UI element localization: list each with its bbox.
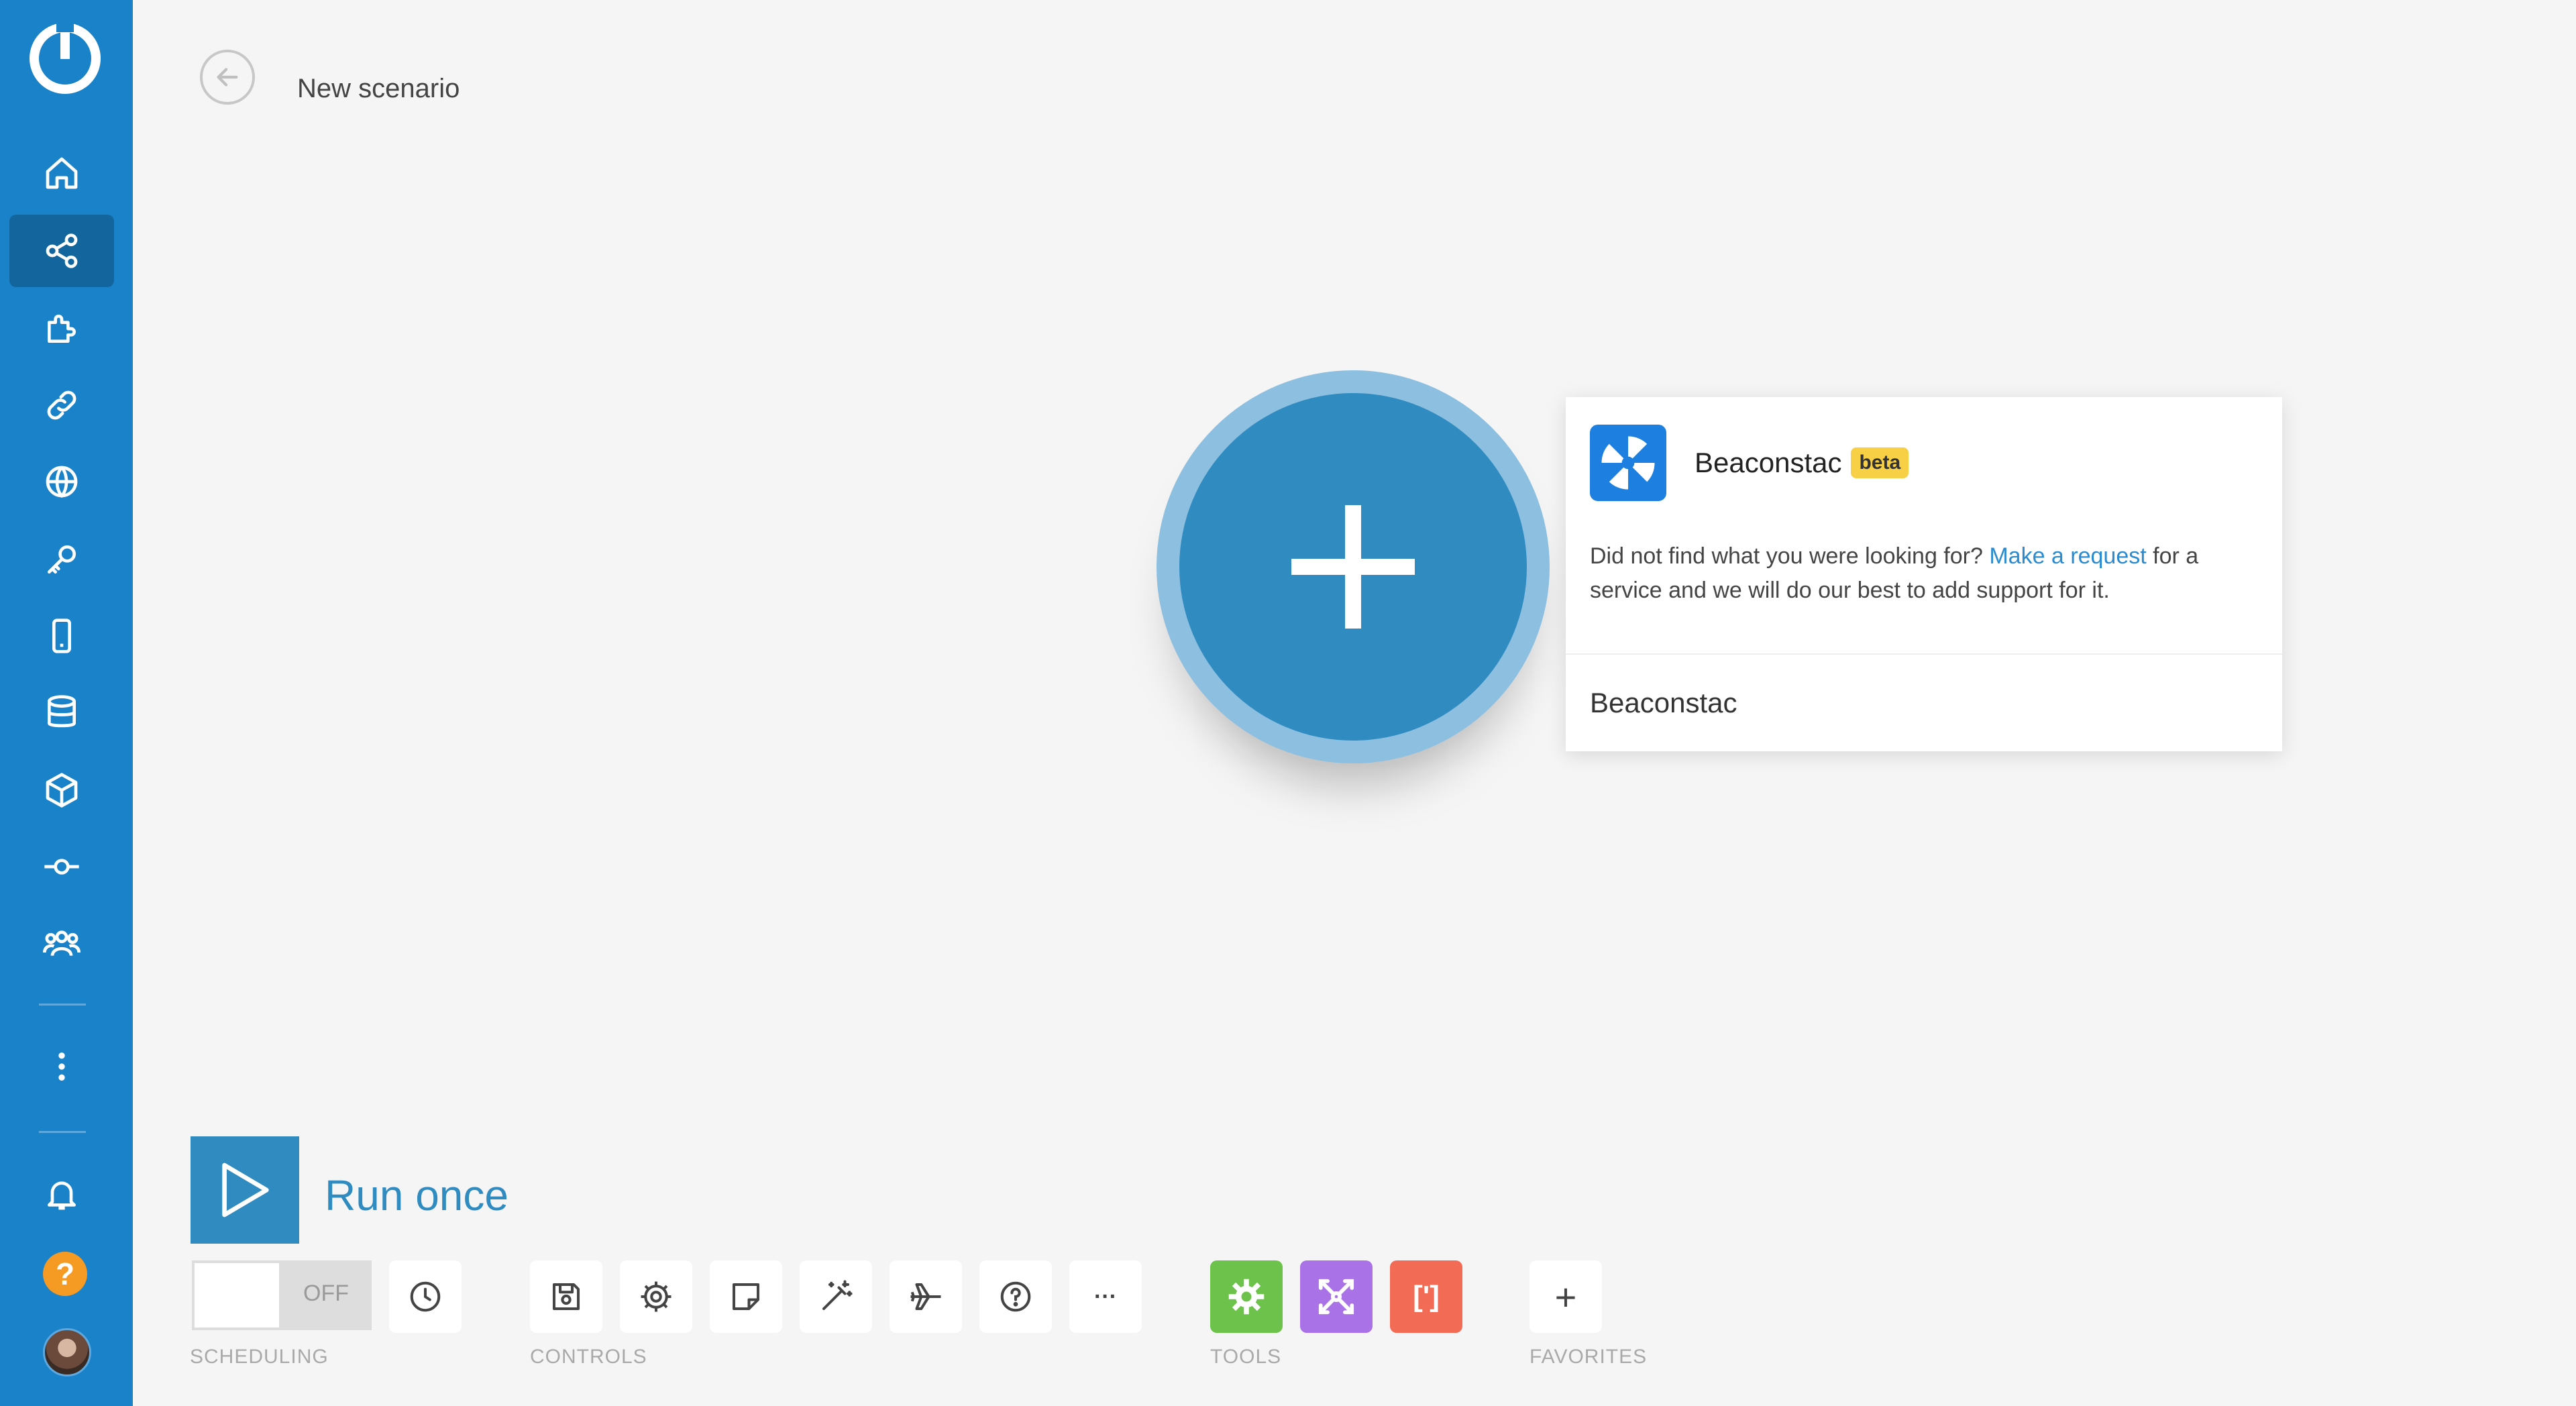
app-search-result[interactable]: Beaconstac beta	[1590, 423, 2258, 503]
sidebar-item-team[interactable]	[9, 907, 114, 979]
save-button[interactable]	[530, 1260, 602, 1333]
more-controls-button[interactable]: ···	[1069, 1260, 1142, 1333]
add-favorite-button[interactable]: +	[1529, 1260, 1602, 1333]
toggle-state-label: OFF	[303, 1281, 349, 1306]
tools-button[interactable]	[1210, 1260, 1283, 1333]
sidebar-item-keys[interactable]	[9, 523, 114, 596]
favorites-label: FAVORITES	[1529, 1346, 1648, 1368]
beaconstac-app-icon	[1590, 425, 1666, 501]
notifications-button[interactable]	[9, 1158, 114, 1230]
controls-label: CONTROLS	[530, 1346, 647, 1368]
request-message: Did not find what you were looking for? …	[1590, 539, 2254, 608]
schedule-settings-button[interactable]	[389, 1260, 462, 1333]
bell-icon	[48, 1181, 76, 1210]
back-button[interactable]	[200, 50, 255, 105]
run-once-button[interactable]	[191, 1136, 299, 1244]
router-icon	[1318, 1279, 1354, 1315]
note-icon	[732, 1283, 760, 1311]
notes-button[interactable]	[710, 1260, 782, 1333]
sidebar-item-connections[interactable]	[9, 369, 114, 441]
gear-icon	[1228, 1279, 1265, 1315]
sidebar-item-home[interactable]	[9, 137, 114, 209]
auto-align-button[interactable]	[800, 1260, 872, 1333]
key-icon	[48, 545, 76, 574]
plus-icon: +	[1554, 1275, 1577, 1318]
sidebar-item-data-structures[interactable]	[9, 754, 114, 826]
mobile-icon	[52, 618, 71, 653]
sidebar-item-scenarios[interactable]	[9, 215, 114, 287]
help-button-toolbar[interactable]	[979, 1260, 1052, 1333]
help-icon: ?	[55, 1256, 75, 1291]
sidebar-divider	[39, 1131, 86, 1133]
help-circle-icon	[1000, 1281, 1031, 1312]
link-icon	[47, 390, 76, 420]
explain-flow-button[interactable]	[890, 1260, 962, 1333]
globe-icon	[46, 466, 78, 498]
plus-icon	[1291, 505, 1415, 629]
sidebar-item-custom-apps[interactable]	[9, 830, 114, 903]
make-logo[interactable]	[28, 21, 102, 95]
save-icon	[552, 1283, 580, 1311]
scheduling-label: SCHEDULING	[190, 1346, 329, 1368]
brackets-icon: [']	[1413, 1280, 1440, 1313]
beaconstac-logo-icon	[1601, 436, 1655, 490]
make-request-link[interactable]: Make a request	[1989, 543, 2146, 569]
arrow-left-icon	[217, 68, 238, 87]
add-module-button[interactable]	[1179, 393, 1527, 741]
users-icon	[43, 930, 80, 957]
scenario-settings-button[interactable]	[620, 1260, 692, 1333]
cube-icon	[46, 773, 78, 808]
logo-icon	[30, 23, 101, 94]
help-button[interactable]: ?	[43, 1252, 87, 1296]
sidebar-item-devices[interactable]	[9, 600, 114, 672]
sidebar-item-templates[interactable]	[9, 292, 114, 365]
sidebar: ?	[0, 0, 133, 1406]
home-icon	[46, 157, 78, 189]
tools-label: TOOLS	[1210, 1346, 1282, 1368]
commit-icon	[44, 859, 79, 875]
puzzle-icon	[48, 315, 76, 343]
sidebar-item-data-stores[interactable]	[9, 676, 114, 749]
sidebar-item-webhooks[interactable]	[9, 445, 114, 518]
ellipsis-icon: ···	[1094, 1283, 1117, 1309]
scheduling-toggle[interactable]: OFF	[192, 1260, 372, 1330]
clock-icon	[410, 1281, 441, 1312]
more-button[interactable]	[9, 1030, 114, 1103]
magic-wand-icon	[822, 1280, 853, 1311]
database-icon	[48, 695, 76, 728]
app-search-popup: Beaconstac beta Did not find what you we…	[1566, 397, 2282, 751]
beta-badge: beta	[1851, 447, 1909, 478]
flow-control-button[interactable]	[1300, 1260, 1373, 1333]
run-once-label[interactable]: Run once	[325, 1171, 508, 1220]
sidebar-divider	[39, 1004, 86, 1006]
share-icon	[46, 233, 78, 268]
toggle-knob	[195, 1263, 279, 1328]
gear-icon	[641, 1281, 672, 1312]
app-name: Beaconstac	[1695, 447, 1842, 478]
page-title[interactable]: New scenario	[297, 74, 460, 104]
request-message-text: Did not find what you were looking for?	[1590, 543, 1990, 569]
play-icon	[222, 1162, 269, 1218]
popup-divider	[1566, 653, 2282, 655]
app-search-input[interactable]	[1590, 673, 2254, 733]
more-vertical-icon	[58, 1052, 65, 1081]
text-parser-button[interactable]: [']	[1390, 1260, 1462, 1333]
avatar[interactable]	[43, 1328, 91, 1376]
airplane-icon	[910, 1283, 941, 1311]
